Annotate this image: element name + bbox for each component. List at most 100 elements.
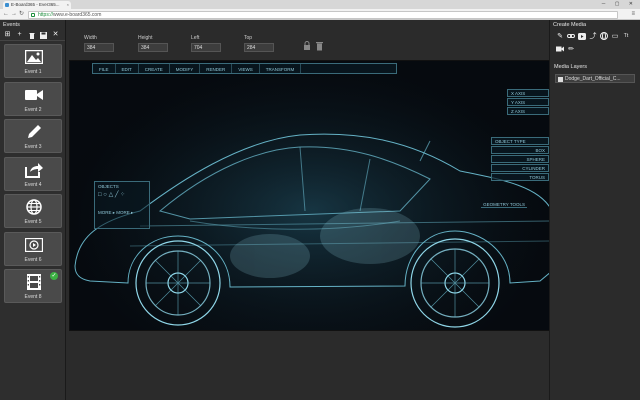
globe-icon[interactable]	[600, 32, 608, 40]
event-label: Event 1	[24, 69, 42, 75]
media-layer-label: Dodge_Dart_Official_C...	[565, 76, 621, 82]
width-input[interactable]: 384	[84, 43, 114, 52]
pen-icon[interactable]: ✏	[567, 45, 575, 53]
hud-menu-bar: FILE EDIT CREATE MODIFY RENDER VIEWS TRA…	[92, 63, 397, 74]
objects-shapes: □ ○ △ ╱ ⁘	[98, 192, 126, 198]
object-type-title: OBJECT TYPE	[491, 137, 549, 145]
left-field: Left 704	[191, 35, 221, 52]
media-layer-item[interactable]: Dodge_Dart_Official_C...	[555, 74, 635, 83]
hud-menu-views[interactable]: VIEWS	[232, 64, 260, 73]
geometry-tools-label: GEOMETRY TOOLS	[481, 202, 527, 208]
trash-icon[interactable]	[316, 41, 326, 53]
editor-area: Width 384 Height 384 Left 704 Top 284 FI…	[67, 20, 552, 400]
url-scheme: https://	[38, 11, 54, 18]
browser-tab[interactable]: E-Board365 - Ever365... ×	[3, 1, 71, 9]
film-icon	[558, 76, 563, 82]
event-label: Event 2	[24, 106, 42, 113]
top-field: Top 284	[244, 35, 274, 52]
share-icon[interactable]: ⤴	[589, 32, 597, 40]
create-media-title: Create Media	[553, 22, 587, 28]
top-input[interactable]: 284	[244, 43, 274, 52]
pencil-icon[interactable]: ✎	[556, 32, 564, 40]
event-label: Event 4	[24, 181, 42, 188]
x-axis-item: X AXIS	[507, 89, 549, 97]
object-type-list: OBJECT TYPE BOX SPHERE CYLINDER TORUS	[491, 137, 549, 182]
share-icon	[25, 162, 43, 178]
event-label: Event 8	[24, 294, 42, 300]
type-torus: TORUS	[491, 173, 549, 181]
event-item[interactable]: Event 1	[4, 44, 62, 78]
type-cylinder: CYLINDER	[491, 164, 549, 172]
top-label: Top	[244, 35, 253, 41]
lock-icon[interactable]	[303, 41, 313, 53]
event-label: Event 5	[24, 219, 42, 225]
type-box: BOX	[491, 146, 549, 154]
address-bar-row: ← → ↻ https://www.e-board365.com ≡	[0, 9, 640, 20]
event-item[interactable]: ✓ Event 8	[4, 269, 62, 303]
add-icon[interactable]: +	[15, 31, 24, 39]
globe-icon	[25, 199, 43, 215]
objects-title: OBJECTS	[98, 184, 119, 189]
presentation-icon[interactable]: ▭	[611, 32, 619, 40]
type-sphere: SPHERE	[491, 155, 549, 163]
left-input[interactable]: 704	[191, 43, 221, 52]
url-input[interactable]: https://www.e-board365.com	[28, 10, 618, 19]
hud-menu-transform[interactable]: TRANSFORM	[260, 64, 302, 73]
hud-menu-edit[interactable]: EDIT	[116, 64, 139, 73]
lock-icon	[31, 12, 35, 17]
y-axis-item: Y AXIS	[507, 98, 549, 106]
url-domain: www.e-board365.com	[53, 11, 102, 18]
objects-box: OBJECTS □ ○ △ ╱ ⁘ MORE ▸ MORE ▸	[94, 181, 150, 229]
favicon-icon	[5, 3, 9, 7]
height-input[interactable]: 384	[138, 43, 168, 52]
check-icon: ✓	[50, 272, 58, 280]
objects-more: MORE ▸ MORE ▸	[98, 210, 134, 215]
back-button[interactable]: ←	[3, 11, 9, 17]
save-icon[interactable]	[39, 31, 48, 39]
tab-title: E-Board365 - Ever365...	[11, 2, 60, 7]
event-list: Event 1 Event 2 Event 3 Event 4 Event 5	[0, 41, 65, 303]
hud-menu-create[interactable]: CREATE	[139, 64, 170, 73]
pencil-icon	[25, 124, 43, 140]
youtube-icon	[25, 237, 43, 253]
event-item[interactable]: Event 3	[4, 119, 62, 153]
media-canvas[interactable]: FILE EDIT CREATE MODIFY RENDER VIEWS TRA…	[69, 60, 552, 331]
link-icon[interactable]	[567, 32, 575, 40]
image-icon	[25, 49, 43, 65]
media-tools: ✎ ⤴ ▭ Tt ✏	[550, 30, 640, 56]
text-icon[interactable]: Tt	[622, 32, 630, 40]
close-icon[interactable]: ✕	[51, 31, 60, 39]
event-item[interactable]: Event 2	[4, 81, 62, 116]
events-toolbar: ⊞ + ✕	[0, 30, 65, 41]
youtube-icon[interactable]	[578, 32, 586, 40]
window-controls[interactable]: ─ ▢ ✕	[602, 1, 637, 7]
height-label: Height	[138, 35, 153, 41]
width-field: Width 384	[84, 35, 114, 52]
event-item[interactable]: Event 4	[4, 156, 62, 191]
forward-button[interactable]: →	[11, 11, 17, 17]
hud-menu-file[interactable]: FILE	[93, 64, 116, 73]
grid-icon[interactable]: ⊞	[3, 31, 12, 39]
hud-menu-modify[interactable]: MODIFY	[170, 64, 201, 73]
width-label: Width	[84, 35, 97, 41]
video-camera-icon[interactable]	[556, 45, 564, 53]
events-title: Events	[3, 22, 20, 28]
event-item[interactable]: Event 5	[4, 194, 62, 228]
create-media-panel: Create Media ✎ ⤴ ▭ Tt ✏ Media Layers Dod…	[549, 20, 640, 400]
reload-button[interactable]: ↻	[19, 11, 24, 17]
browser-tab-strip: E-Board365 - Ever365... × ─ ▢ ✕	[0, 0, 640, 9]
left-label: Left	[191, 35, 200, 41]
hud-menu-render[interactable]: RENDER	[200, 64, 233, 73]
event-label: Event 6	[24, 256, 42, 263]
trash-icon[interactable]	[27, 31, 36, 39]
height-field: Height 384	[138, 35, 168, 52]
film-icon	[25, 274, 43, 290]
z-axis-item: Z AXIS	[507, 107, 549, 115]
event-item[interactable]: Event 6	[4, 231, 62, 266]
video-camera-icon	[25, 87, 43, 103]
event-label: Event 3	[24, 144, 42, 150]
axis-list: X AXIS Y AXIS Z AXIS	[507, 89, 549, 116]
browser-menu-icon[interactable]: ≡	[631, 11, 635, 17]
tab-close-icon[interactable]: ×	[67, 2, 69, 7]
media-layers-title: Media Layers	[554, 64, 588, 70]
